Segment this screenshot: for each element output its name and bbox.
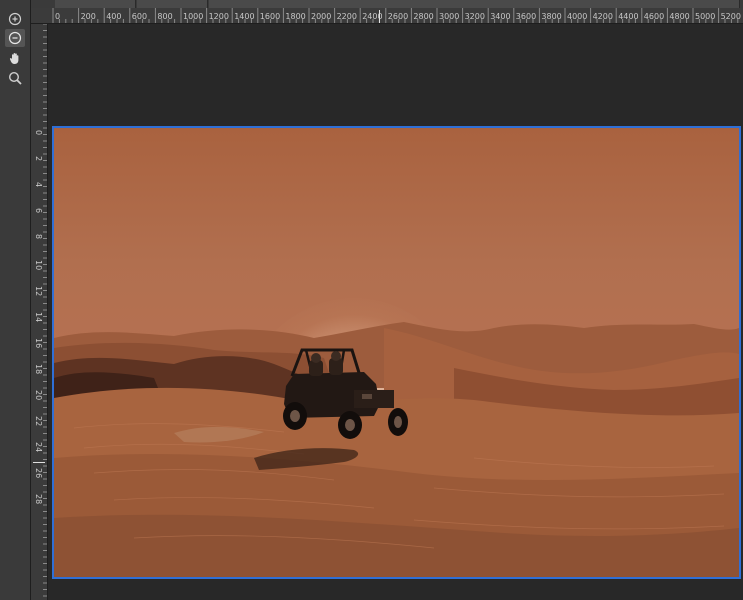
ruler-tick-label: 3000 bbox=[439, 12, 460, 21]
ruler-tick-label: 4600 bbox=[643, 12, 665, 21]
ruler-tick-label: 14 bbox=[34, 312, 43, 323]
document-tab[interactable] bbox=[137, 0, 208, 8]
ruler-tick-label: 4200 bbox=[592, 12, 613, 21]
ruler-corner[interactable] bbox=[31, 8, 49, 24]
ruler-tick-label: 4400 bbox=[618, 12, 639, 21]
ruler-tick-label: 18 bbox=[34, 364, 43, 375]
image-canvas[interactable] bbox=[52, 126, 741, 579]
ruler-tick-label: 800 bbox=[157, 12, 173, 21]
ruler-tick-label: 2200 bbox=[336, 12, 357, 21]
ruler-tick-label: 400 bbox=[106, 12, 122, 21]
desert-photo bbox=[54, 128, 739, 577]
ruler-tick-label: 6 bbox=[34, 208, 43, 214]
ruler-tick-label: 1600 bbox=[259, 12, 281, 21]
ruler-tick-label: 2600 bbox=[387, 12, 409, 21]
zoom-in-icon bbox=[8, 12, 22, 26]
ruler-tick-label: 0 bbox=[55, 12, 61, 21]
ruler-tick-label: 200 bbox=[80, 12, 96, 21]
ruler-tick-label: 22 bbox=[34, 416, 43, 427]
ruler-cursor-marker-vertical bbox=[33, 462, 45, 463]
hand-tool[interactable] bbox=[5, 49, 25, 67]
ruler-tick-label: 28 bbox=[34, 494, 43, 505]
ruler-tick-label: 3400 bbox=[490, 12, 511, 21]
ruler-tick-label: 3200 bbox=[464, 12, 485, 21]
ruler-tick-label: 5200 bbox=[720, 12, 741, 21]
ruler-tick-label: 2 bbox=[34, 156, 43, 162]
ruler-tick-label: 3600 bbox=[515, 12, 537, 21]
ruler-tick-label: 26 bbox=[34, 468, 43, 479]
ruler-tick-label: 10 bbox=[34, 260, 43, 271]
magnifier-tool[interactable] bbox=[5, 69, 25, 87]
hand-icon bbox=[9, 53, 19, 64]
document-tab-strip bbox=[0, 0, 743, 8]
ruler-tick-label: 16 bbox=[34, 338, 43, 349]
document-tab[interactable] bbox=[55, 0, 136, 8]
dunes-illustration bbox=[54, 322, 739, 577]
zoom-out-icon bbox=[8, 31, 22, 45]
ruler-tick-label: 12 bbox=[34, 286, 43, 297]
ruler-tick-label: 1000 bbox=[183, 12, 204, 21]
ruler-tick-label: 1200 bbox=[208, 12, 229, 21]
ruler-tick-label: 2000 bbox=[311, 12, 332, 21]
ruler-tick-label: 24 bbox=[34, 442, 43, 453]
zoom-in-tool[interactable] bbox=[5, 10, 25, 28]
ruler-tick-label: 0 bbox=[34, 130, 43, 136]
document-tab-active[interactable] bbox=[209, 0, 740, 8]
ruler-tick-label: 600 bbox=[131, 12, 148, 21]
ruler-tick-label: 8 bbox=[34, 234, 43, 240]
ruler-tick-label: 1800 bbox=[285, 12, 306, 21]
vertical-ruler[interactable]: 0 2 4 6 8 10 12 14 16 18 20 22 24 26 28 bbox=[31, 24, 48, 600]
ruler-cursor-marker bbox=[379, 10, 380, 23]
ruler-tick-label: 4 bbox=[34, 182, 43, 188]
ruler-tick-label: 4000 bbox=[567, 12, 588, 21]
horizontal-ruler[interactable]: 0 200 400 600 800 1000 1200 1400 1600 1800 2000 220… bbox=[48, 8, 743, 24]
magnifier-icon bbox=[8, 71, 22, 85]
zoom-out-tool[interactable] bbox=[5, 29, 25, 47]
ruler-tick-label: 1400 bbox=[234, 12, 255, 21]
ruler-tick-label: 3800 bbox=[541, 12, 562, 21]
ruler-tick-label: 2800 bbox=[413, 12, 434, 21]
left-toolbar bbox=[0, 0, 31, 600]
ruler-tick-label: 4800 bbox=[669, 12, 690, 21]
ruler-tick-label: 5000 bbox=[695, 12, 716, 21]
ruler-tick-label: 20 bbox=[34, 390, 43, 401]
